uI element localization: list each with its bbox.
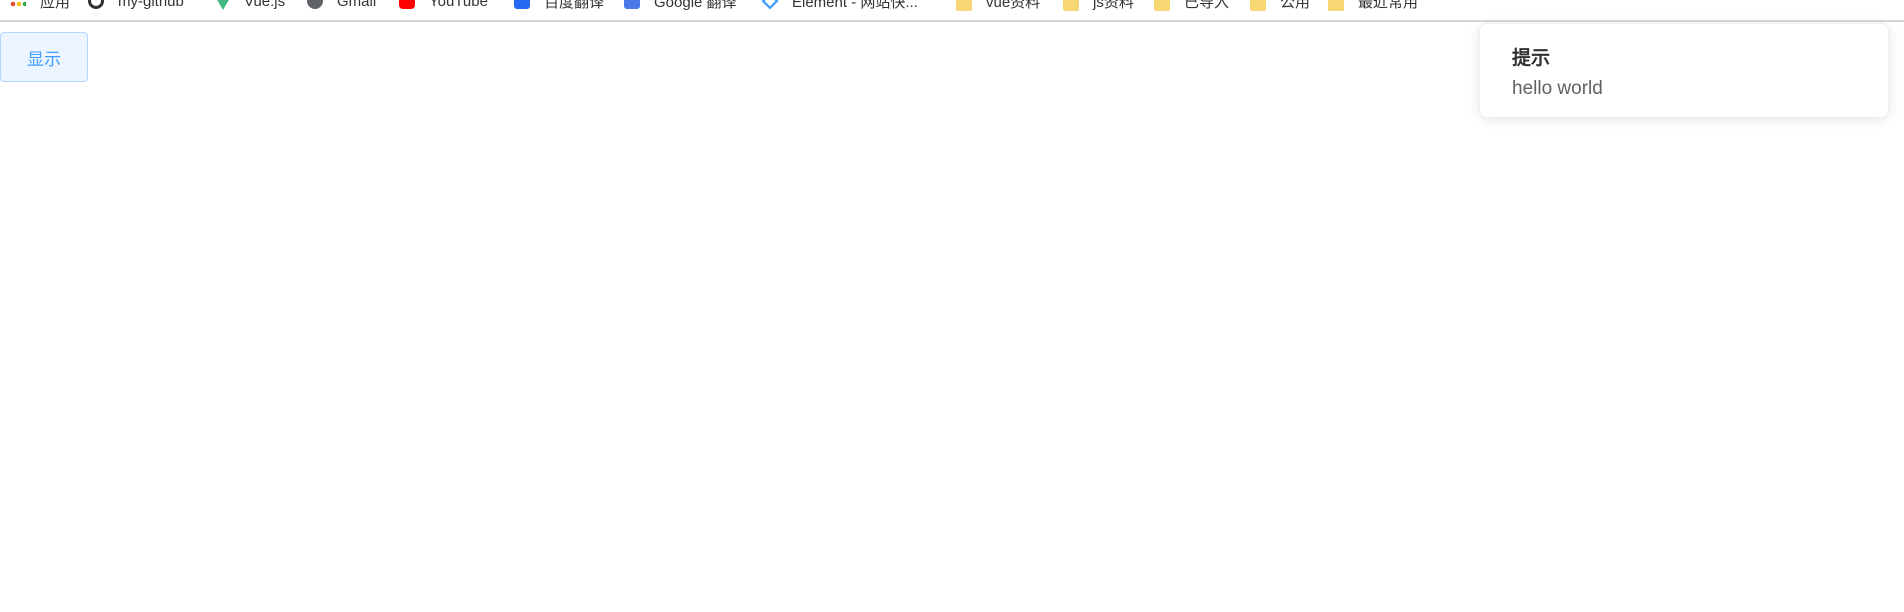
show-button[interactable]: 显示 [0, 32, 88, 82]
notification-title: 提示 [1512, 48, 1551, 69]
notification-popup: 提示 hello world [1479, 23, 1889, 118]
bookmark-vuejs[interactable]: Vue.js [216, 0, 285, 11]
bookmark-folder-recent[interactable]: 最近常用 [1328, 0, 1418, 11]
folder-icon [956, 0, 972, 11]
bookmark-label: Gmail [337, 0, 377, 10]
bookmark-folder-vue[interactable]: vue资料 [956, 0, 1040, 11]
github-icon [88, 0, 104, 9]
bookmark-element[interactable]: Element - 网站快... [761, 0, 918, 11]
bookmarks-bar: 应用 my-github Vue.js Gmail YouTube 百度翻译 G… [0, 0, 1904, 22]
apps-grid-icon [10, 0, 26, 9]
bookmark-label: js资料 [1093, 0, 1134, 11]
bookmark-youtube[interactable]: YouTube [399, 0, 488, 11]
bookmark-label: 已导入 [1184, 0, 1230, 11]
folder-icon [1328, 0, 1344, 11]
bookmark-folder-shared[interactable]: 公用 [1250, 0, 1310, 11]
folder-icon [1250, 0, 1266, 11]
notification-message: hello world [1512, 78, 1603, 99]
bookmark-my-github[interactable]: my-github [88, 0, 184, 11]
bookmark-folder-imported[interactable]: 已导入 [1154, 0, 1229, 11]
gmail-icon [307, 0, 323, 9]
bookmark-google-translate[interactable]: Google 翻译 [624, 0, 737, 11]
vue-logo-icon [216, 0, 230, 10]
bookmark-label: vue资料 [986, 0, 1041, 11]
bookmark-label: 公用 [1280, 0, 1311, 11]
folder-icon [1154, 0, 1170, 11]
bookmark-apps[interactable]: 应用 [10, 0, 70, 11]
youtube-icon [399, 0, 415, 9]
folder-icon [1063, 0, 1079, 11]
bookmark-label: 应用 [40, 0, 71, 11]
baidu-translate-icon [514, 0, 530, 9]
bookmark-label: Google 翻译 [654, 0, 737, 11]
element-logo-icon [761, 0, 779, 10]
bookmark-baidu-translate[interactable]: 百度翻译 [514, 0, 604, 11]
google-translate-icon [624, 0, 640, 9]
bookmark-label: 最近常用 [1358, 0, 1419, 11]
bookmark-label: my-github [118, 0, 184, 10]
bookmark-label: Element - 网站快... [792, 0, 918, 11]
bookmark-gmail[interactable]: Gmail [307, 0, 376, 11]
bookmark-label: Vue.js [244, 0, 286, 10]
bookmark-label: YouTube [429, 0, 488, 10]
bookmark-label: 百度翻译 [544, 0, 605, 11]
bookmark-folder-js[interactable]: js资料 [1063, 0, 1134, 11]
